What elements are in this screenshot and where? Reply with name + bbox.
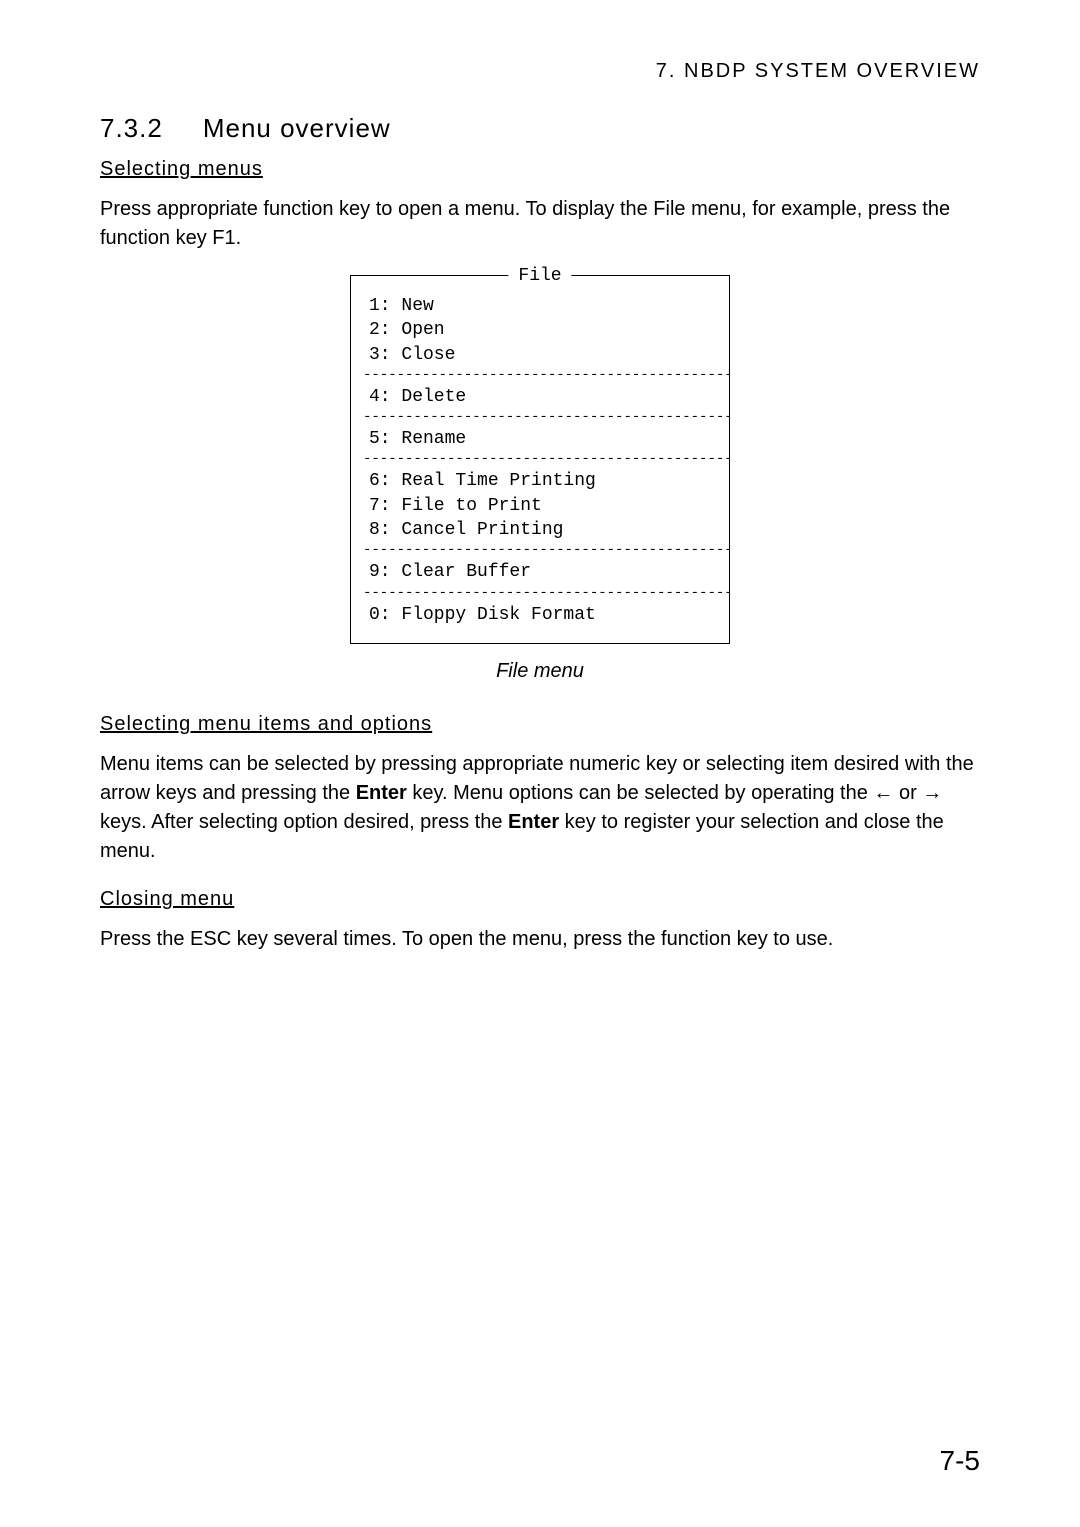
menu-group-5: 9: Clear Buffer bbox=[351, 556, 729, 588]
subheading-selecting-menus: Selecting menus bbox=[100, 158, 980, 181]
menu-item-open: 2: Open bbox=[369, 318, 711, 342]
section-title: 7.3.2 Menu overview bbox=[100, 113, 980, 144]
menu-item-clear-buffer: 9: Clear Buffer bbox=[369, 560, 711, 584]
section-name: Menu overview bbox=[203, 113, 391, 143]
enter-key-label: Enter bbox=[356, 782, 407, 804]
menu-figure: File 1: New 2: Open 3: Close -----------… bbox=[100, 275, 980, 644]
paragraph-selecting-menus: Press appropriate function key to open a… bbox=[100, 195, 980, 253]
paragraph-selecting-items: Menu items can be selected by pressing a… bbox=[100, 750, 980, 866]
menu-item-real-time-printing: 6: Real Time Printing bbox=[369, 469, 711, 493]
menu-group-2: 4: Delete bbox=[351, 381, 729, 413]
menu-item-cancel-printing: 8: Cancel Printing bbox=[369, 518, 711, 542]
menu-item-new: 1: New bbox=[369, 294, 711, 318]
menu-group-6: 0: Floppy Disk Format bbox=[351, 599, 729, 631]
file-menu-box: File 1: New 2: Open 3: Close -----------… bbox=[350, 275, 730, 644]
menu-separator: ----------------------------------------… bbox=[351, 371, 729, 381]
subheading-closing-menu: Closing menu bbox=[100, 888, 980, 911]
page-number: 7-5 bbox=[940, 1445, 980, 1477]
enter-key-label: Enter bbox=[508, 811, 559, 833]
figure-caption: File menu bbox=[100, 660, 980, 683]
menu-group-4: 6: Real Time Printing 7: File to Print 8… bbox=[351, 465, 729, 546]
menu-item-floppy-disk-format: 0: Floppy Disk Format bbox=[369, 603, 711, 627]
menu-separator: ----------------------------------------… bbox=[351, 589, 729, 599]
section-number: 7.3.2 bbox=[100, 113, 163, 144]
menu-item-close: 3: Close bbox=[369, 343, 711, 367]
menu-item-file-to-print: 7: File to Print bbox=[369, 494, 711, 518]
subheading-selecting-items: Selecting menu items and options bbox=[100, 713, 980, 736]
menu-separator: ----------------------------------------… bbox=[351, 413, 729, 423]
chapter-header: 7. NBDP SYSTEM OVERVIEW bbox=[100, 60, 980, 83]
menu-group-3: 5: Rename bbox=[351, 423, 729, 455]
menu-separator: ----------------------------------------… bbox=[351, 546, 729, 556]
menu-item-delete: 4: Delete bbox=[369, 385, 711, 409]
paragraph-closing-menu: Press the ESC key several times. To open… bbox=[100, 925, 980, 954]
menu-box-title: File bbox=[508, 264, 571, 288]
menu-separator: ----------------------------------------… bbox=[351, 455, 729, 465]
menu-item-rename: 5: Rename bbox=[369, 427, 711, 451]
menu-group-1: 1: New 2: Open 3: Close bbox=[351, 290, 729, 371]
